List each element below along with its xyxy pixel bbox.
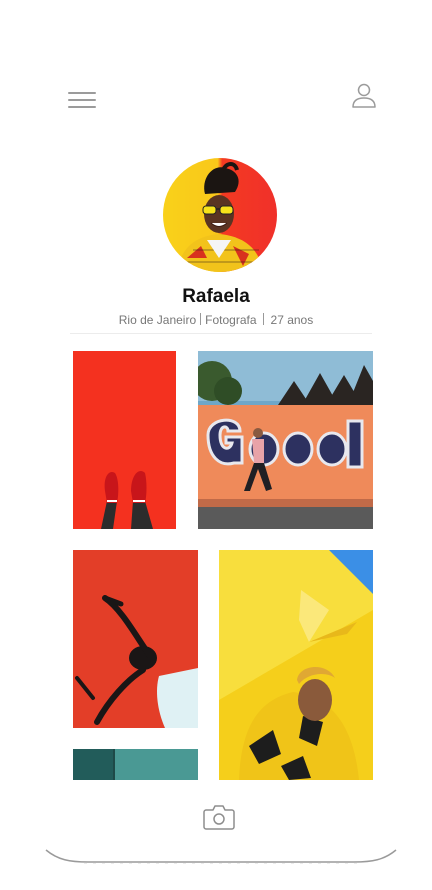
meta-separator	[262, 313, 264, 325]
gallery-photo-red-sneakers[interactable]	[73, 351, 176, 529]
photo-image	[73, 351, 176, 529]
photo-image	[198, 351, 373, 529]
avatar-photo	[163, 158, 277, 272]
menu-button[interactable]	[68, 90, 96, 110]
user-icon	[352, 83, 376, 108]
profile-button[interactable]	[350, 82, 378, 110]
profile-age: 27 anos	[270, 313, 314, 327]
gallery-photo-graffiti-wall[interactable]	[198, 351, 373, 529]
hamburger-line	[68, 99, 96, 101]
profile-profession: Fotografa	[205, 313, 257, 327]
hamburger-line	[68, 92, 96, 94]
gallery-photo-teal-building[interactable]	[73, 749, 198, 780]
device-bottom-edge	[45, 849, 397, 864]
profile-name: Rafaela	[182, 286, 250, 307]
gallery-photo-red-wall-woman[interactable]	[73, 550, 198, 728]
hamburger-line	[68, 106, 96, 108]
gallery-photo-yellow-jacket-man[interactable]	[219, 550, 373, 780]
photo-image	[73, 749, 198, 780]
profile-meta: Rio de Janeiro Fotografa 27 anos	[0, 313, 432, 327]
divider	[70, 333, 372, 334]
meta-separator	[200, 313, 202, 325]
photo-image	[73, 550, 198, 728]
avatar[interactable]	[163, 158, 277, 272]
photo-image	[219, 550, 373, 780]
profile-city: Rio de Janeiro	[118, 313, 197, 327]
